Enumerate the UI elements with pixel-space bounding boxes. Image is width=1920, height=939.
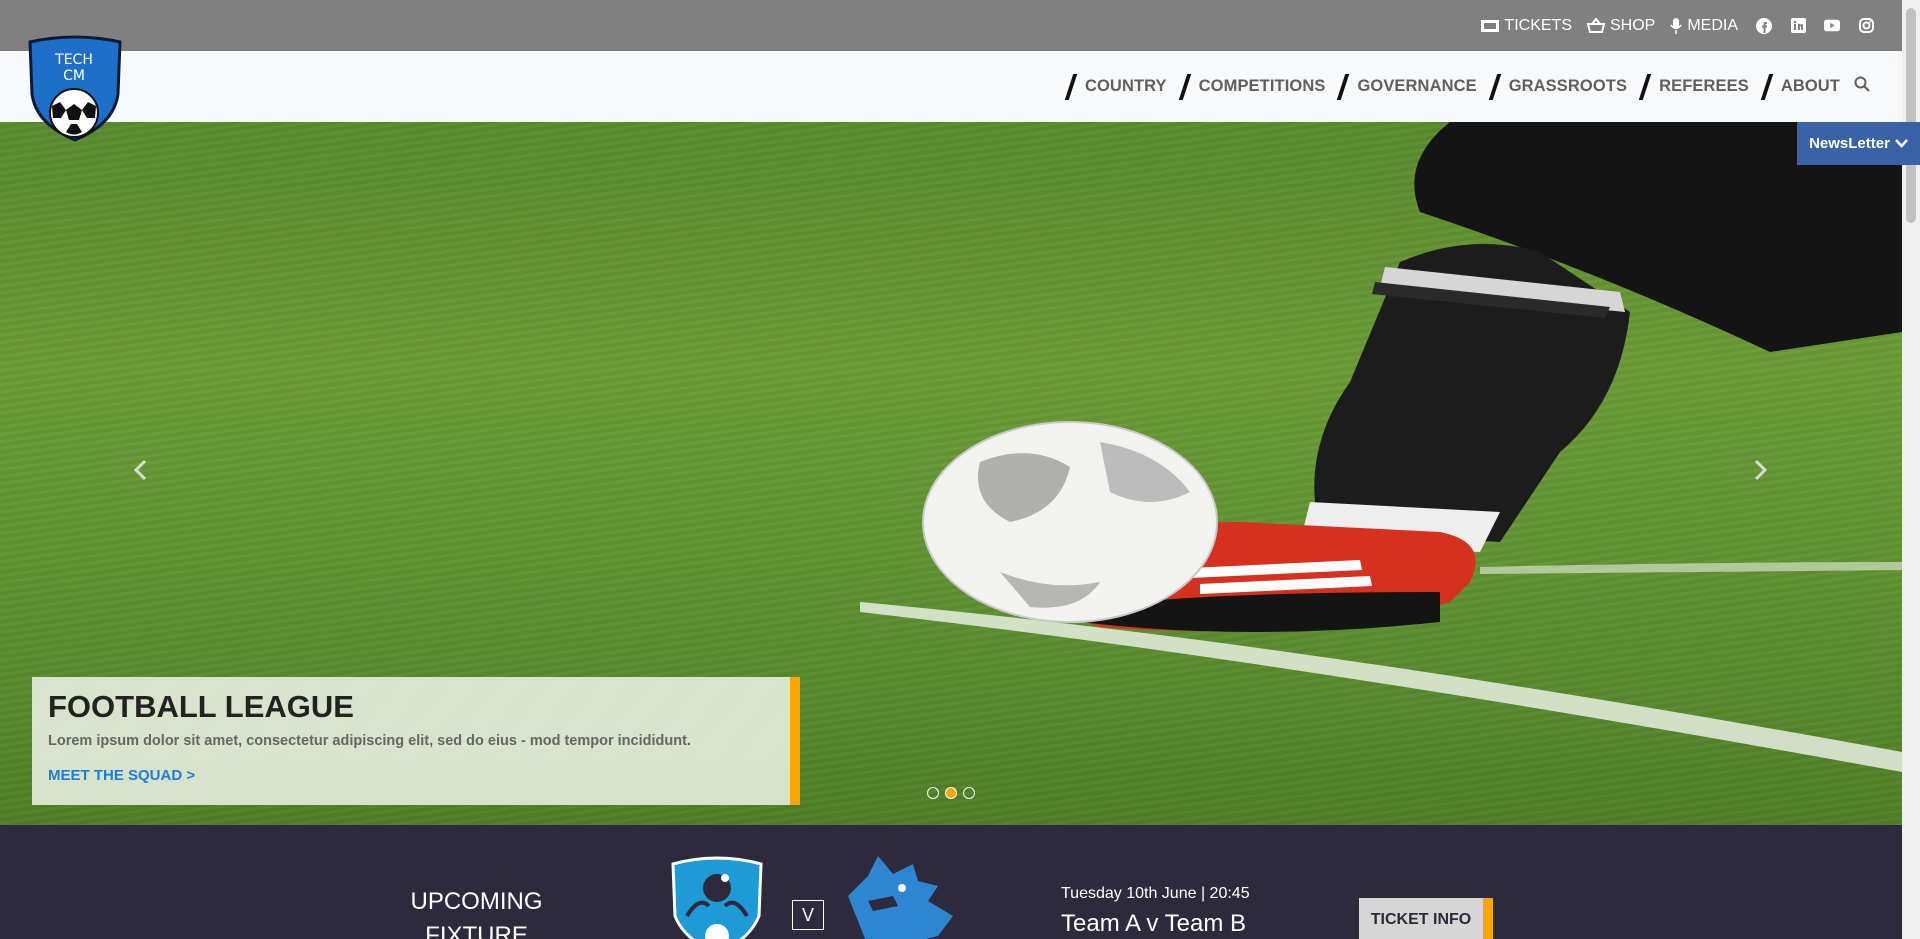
search-icon[interactable] bbox=[1854, 76, 1870, 97]
tickets-link[interactable]: TICKETS bbox=[1481, 17, 1572, 35]
fixture-match: Team A v Team B bbox=[1061, 910, 1246, 937]
versus-box: V bbox=[792, 900, 824, 930]
main-nav: COUNTRY COMPETITIONS GOVERNANCE GRASSROO… bbox=[0, 51, 1902, 122]
microphone-icon bbox=[1670, 17, 1682, 34]
nav-divider bbox=[1638, 73, 1652, 100]
nav-label: ABOUT bbox=[1780, 77, 1840, 95]
nav-label: GOVERNANCE bbox=[1357, 77, 1477, 95]
carousel-prev-icon[interactable] bbox=[133, 455, 147, 489]
ticket-icon bbox=[1481, 19, 1500, 32]
fixture-date: Tuesday 10th June | 20:45 bbox=[1061, 885, 1250, 902]
site-logo[interactable]: TECH CM bbox=[26, 34, 124, 142]
nav-divider bbox=[1178, 73, 1191, 100]
chevron-down-icon bbox=[1895, 139, 1908, 148]
hero-caption: FOOTBALL LEAGUE Lorem ipsum dolor sit am… bbox=[32, 677, 800, 805]
nav-label: COUNTRY bbox=[1084, 77, 1167, 95]
ticket-info-button[interactable]: TICKET INFO bbox=[1359, 898, 1493, 939]
nav-item-referees[interactable]: REFEREES bbox=[1627, 73, 1749, 100]
logo-line1: TECH bbox=[54, 52, 93, 68]
carousel-dot[interactable] bbox=[927, 787, 939, 799]
nav-item-about[interactable]: ABOUT bbox=[1749, 73, 1840, 100]
basket-icon bbox=[1586, 18, 1605, 33]
nav-item-governance[interactable]: GOVERNANCE bbox=[1325, 73, 1477, 100]
nav-divider bbox=[1760, 73, 1774, 100]
versus-label: V bbox=[801, 904, 814, 925]
nav-label: COMPETITIONS bbox=[1198, 77, 1326, 95]
media-link[interactable]: MEDIA bbox=[1670, 17, 1738, 35]
team-b-wolf-icon bbox=[848, 856, 953, 939]
team-a-crest-icon bbox=[671, 856, 763, 939]
hero-text: Lorem ipsum dolor sit amet, consectetur … bbox=[48, 733, 691, 749]
page: TICKETS SHOP MEDIA COUNTRY COMPETITIONS … bbox=[0, 0, 1920, 939]
upcoming-fixture: UPCOMING FIXTURE V Tuesday 10th June | 2… bbox=[0, 825, 1902, 939]
newsletter-label: NewsLetter bbox=[1809, 135, 1890, 152]
carousel-indicators bbox=[927, 787, 981, 799]
hero-title: FOOTBALL LEAGUE bbox=[48, 689, 354, 724]
shop-link[interactable]: SHOP bbox=[1586, 16, 1656, 35]
nav-divider bbox=[1064, 73, 1078, 100]
tickets-label: TICKETS bbox=[1504, 16, 1572, 34]
linkedin-icon[interactable] bbox=[1790, 18, 1806, 34]
instagram-icon[interactable] bbox=[1858, 18, 1874, 34]
nav-item-country[interactable]: COUNTRY bbox=[1053, 73, 1167, 100]
utility-bar: TICKETS SHOP MEDIA bbox=[0, 0, 1902, 51]
logo-line2: CM bbox=[63, 68, 85, 84]
nav-item-competitions[interactable]: COMPETITIONS bbox=[1167, 73, 1326, 100]
carousel-dot[interactable] bbox=[963, 787, 975, 799]
newsletter-button[interactable]: NewsLetter bbox=[1797, 122, 1920, 165]
facebook-icon[interactable] bbox=[1756, 17, 1772, 34]
scrollbar-thumb[interactable] bbox=[1906, 8, 1916, 223]
ticket-info-label: TICKET INFO bbox=[1370, 910, 1472, 928]
carousel-dot-active[interactable] bbox=[945, 787, 957, 799]
nav-item-grassroots[interactable]: GRASSROOTS bbox=[1477, 73, 1628, 100]
meet-the-squad-link[interactable]: MEET THE SQUAD > bbox=[48, 767, 774, 784]
nav-label: GRASSROOTS bbox=[1508, 77, 1628, 95]
shop-label: SHOP bbox=[1609, 16, 1656, 34]
nav-label: REFEREES bbox=[1659, 77, 1749, 95]
nav-divider bbox=[1337, 73, 1350, 100]
youtube-icon[interactable] bbox=[1824, 18, 1840, 34]
nav-divider bbox=[1488, 73, 1501, 100]
media-label: MEDIA bbox=[1687, 16, 1738, 34]
carousel-next-icon[interactable] bbox=[1754, 455, 1768, 489]
fixture-label: UPCOMING FIXTURE bbox=[410, 888, 543, 939]
